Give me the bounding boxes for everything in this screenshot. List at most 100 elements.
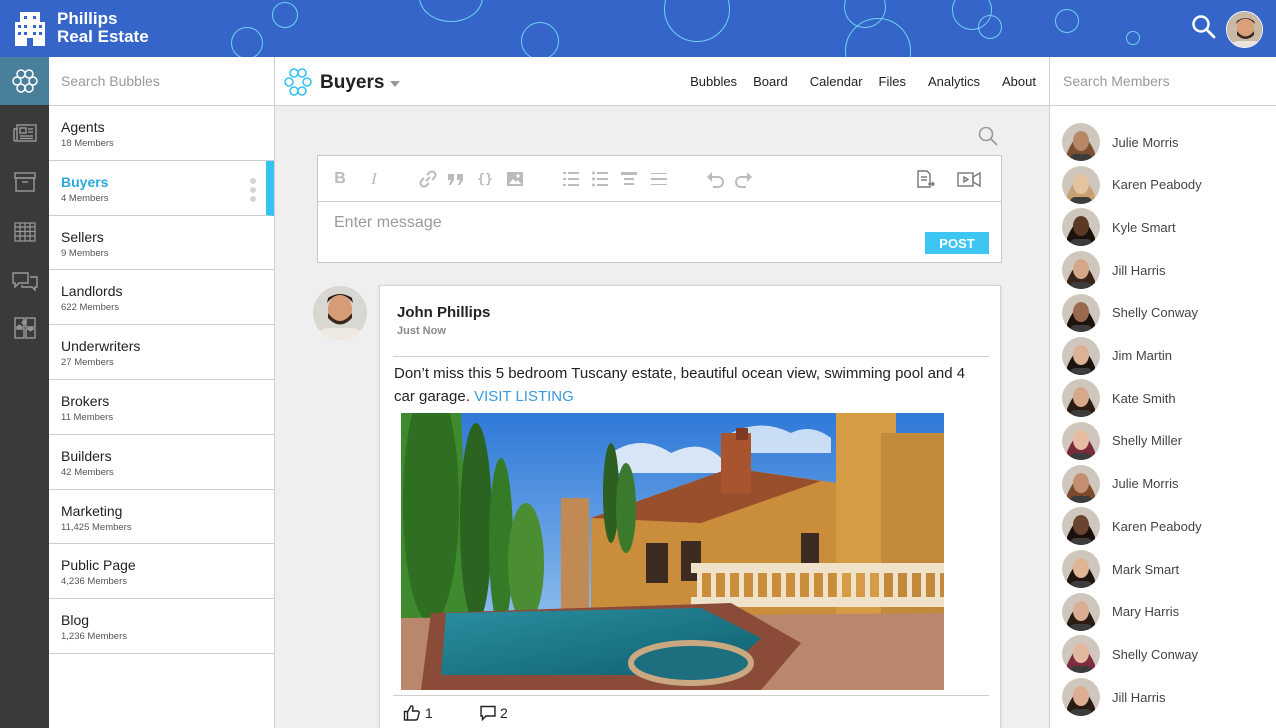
member-name: Julie Morris [1112,134,1179,150]
building-icon [15,12,45,46]
brand-name-line1: Phillips [57,9,118,28]
bubble-item[interactable]: Brokers 11 Members [49,380,274,435]
redo-icon[interactable] [733,168,755,190]
estate-pool-photo [401,413,944,690]
nav-analytics[interactable]: Analytics [928,74,980,89]
member-item[interactable]: Kyle Smart [1062,207,1176,247]
message-editor: B I {} POST [317,155,1002,263]
search-icon[interactable] [977,125,999,147]
member-name: Mary Harris [1112,604,1180,620]
search-icon[interactable] [1190,13,1218,41]
bubble-item[interactable]: Sellers 9 Members [49,216,274,271]
undo-icon[interactable] [704,168,726,190]
like-button[interactable]: 1 [403,704,433,722]
video-icon[interactable] [956,168,982,190]
code-icon[interactable]: {} [474,168,496,190]
member-avatar [1062,336,1100,375]
member-name: Shelly Conway [1112,305,1198,321]
bubble-search-input[interactable] [61,73,261,89]
member-item[interactable]: Mary Harris [1062,592,1179,632]
comment-icon [480,705,496,722]
bubble-item[interactable]: Blog 1,236 Members [49,599,274,654]
member-item[interactable]: Julie Morris [1062,464,1178,504]
bubble-member-count: 4,236 Members [61,576,128,588]
archive-icon [13,172,36,192]
link-icon[interactable] [417,168,439,190]
image-icon[interactable] [504,168,526,190]
comment-button[interactable]: 2 [479,704,508,722]
member-name: Kyle Smart [1112,219,1176,235]
attach-document-icon[interactable] [913,168,935,190]
bubble-item[interactable]: Landlords 622 Members [49,270,274,326]
member-item[interactable]: Shelly Conway [1062,293,1198,333]
bubble-name: Public Page [61,557,136,574]
bubble-member-count: 42 Members [61,466,114,478]
member-item[interactable]: Mark Smart [1062,549,1179,589]
member-item[interactable]: Shelly Conway [1062,634,1198,674]
icon-rail [0,57,49,728]
member-item[interactable]: Jim Martin [1062,336,1172,376]
member-item[interactable]: Julie Morris [1062,122,1178,162]
nav-about[interactable]: About [1002,74,1036,89]
member-avatar [1062,550,1100,588]
post-button[interactable]: POST [925,232,989,254]
bubble-item[interactable]: Marketing 11,425 Members [49,490,274,545]
divider [393,356,989,357]
heading-icon[interactable] [618,168,640,190]
rail-bubbles[interactable] [0,57,49,105]
member-item[interactable]: Kate Smith [1062,378,1176,418]
decorative-bubble [231,27,263,57]
rail-integrations[interactable] [0,304,49,352]
bubble-item[interactable]: Public Page 4,236 Members [49,544,274,600]
nav-board[interactable]: Board [753,74,788,89]
post-author-name[interactable]: John Phillips [397,304,490,321]
bullet-list-icon[interactable] [589,168,611,190]
bubble-item[interactable]: Agents 18 Members [49,106,274,161]
member-item[interactable]: Shelly Miller [1062,421,1182,461]
bubble-nav: Bubbles Board Calendar Files Analytics About [690,74,1036,89]
member-item[interactable]: Jill Harris [1062,250,1165,290]
post-author-avatar[interactable] [313,286,367,340]
decorative-bubble [664,0,730,42]
main-content: Buyers Bubbles Board Calendar Files Analytic… [275,57,1049,728]
numbered-list-icon[interactable] [560,168,582,190]
member-item[interactable]: Karen Peabody [1062,165,1202,205]
bubble-name: Brokers [61,392,110,409]
editor-toolbar: B I {} [318,156,1001,202]
nav-files[interactable]: Files [879,74,906,89]
rail-newsfeed[interactable] [0,109,49,157]
bubble-item[interactable]: Builders 42 Members [49,435,274,490]
nav-calendar[interactable]: Calendar [810,74,863,89]
bubble-item[interactable]: Underwriters 27 Members [49,325,274,380]
puzzle-icon [13,317,36,339]
post-card: John Phillips Just Now Don’t miss this 5… [379,285,1001,728]
nav-bubbles[interactable]: Bubbles [690,74,737,89]
bubble-title[interactable]: Buyers [320,72,384,94]
rail-archive[interactable] [0,158,49,206]
listing-photo[interactable] [401,413,944,690]
rail-chat[interactable] [0,257,49,305]
member-search-input[interactable] [1063,73,1263,89]
visit-listing-link[interactable]: VISIT LISTING [474,388,574,405]
bubble-item[interactable]: Buyers 4 Members [49,160,274,216]
bubble-name: Builders [61,447,112,464]
quote-icon[interactable] [445,168,467,190]
italic-icon[interactable]: I [363,168,385,190]
member-avatar [1062,251,1100,290]
rail-calendar[interactable] [0,208,49,256]
member-item[interactable]: Karen Peabody [1062,506,1202,546]
member-name: Karen Peabody [1112,177,1202,193]
bubble-header: Buyers Bubbles Board Calendar Files Analytic… [275,57,1049,106]
more-options-icon[interactable] [250,177,256,202]
brand[interactable]: Phillips Real Estate [15,10,149,46]
horizontal-rule-icon[interactable] [648,168,670,190]
member-name: Jim Martin [1112,348,1172,363]
brand-name-line2: Real Estate [57,27,149,46]
decorative-bubble [1126,31,1140,45]
chevron-down-icon[interactable] [390,81,400,87]
bold-icon[interactable]: B [329,168,351,190]
user-avatar[interactable] [1226,11,1263,48]
message-input[interactable] [334,214,894,232]
member-item[interactable]: Jill Harris [1062,677,1165,717]
avatar-portrait [1227,12,1262,47]
